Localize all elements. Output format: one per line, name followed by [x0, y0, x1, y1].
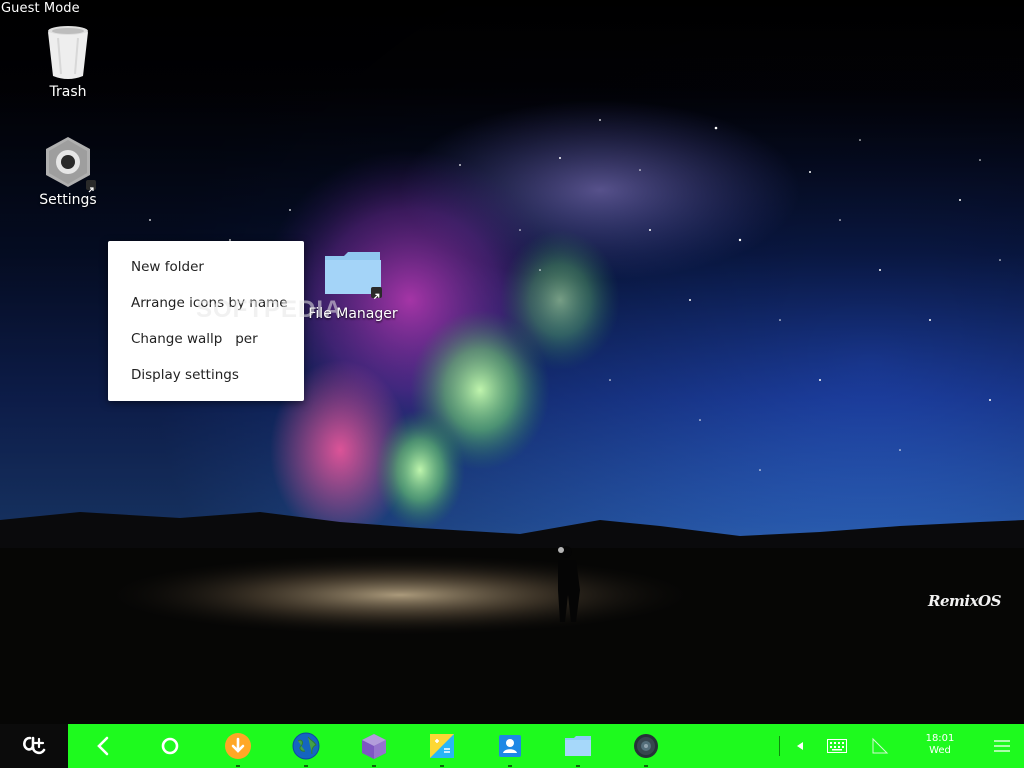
taskbar-app-contacts[interactable] — [493, 724, 527, 768]
download-icon — [225, 733, 251, 759]
desktop-context-menu: New folder Arrange icons by name Change … — [108, 241, 304, 401]
browser-globe-icon — [292, 732, 320, 760]
menu-lines-icon — [994, 740, 1010, 752]
taskbar-app-cube[interactable] — [357, 724, 391, 768]
taskbar-app-files[interactable] — [561, 724, 595, 768]
trash-icon — [48, 26, 88, 79]
contacts-app-icon — [499, 735, 521, 757]
cube-app-icon — [362, 734, 386, 759]
home-icon — [161, 737, 179, 755]
guest-mode-label: Guest Mode — [1, 1, 80, 16]
taskbar-app-browser[interactable] — [289, 724, 323, 768]
keyboard-icon — [827, 739, 847, 753]
remixos-logo: RemixOS — [928, 592, 1001, 610]
shortcut-arrow-icon — [371, 287, 382, 300]
taskbar-app-notes[interactable] — [425, 724, 459, 768]
tray-signal[interactable] — [870, 724, 890, 768]
desktop-icon-settings[interactable]: Settings — [13, 134, 123, 208]
shortcut-arrow-icon — [86, 180, 96, 193]
back-icon — [97, 736, 109, 756]
notes-app-icon — [430, 734, 454, 758]
taskbar-clock[interactable]: 18:01 Wed — [912, 733, 968, 757]
signal-icon — [872, 737, 889, 754]
remix-logo-icon — [23, 736, 46, 755]
music-player-icon — [634, 734, 658, 758]
collapse-arrow-icon — [797, 742, 803, 750]
tray-collapse-button[interactable] — [792, 724, 808, 768]
taskbar-app-music[interactable] — [629, 724, 663, 768]
back-button[interactable] — [86, 724, 120, 768]
desktop-icon-file-manager[interactable]: File Manager — [298, 250, 408, 322]
desktop-icon-label: File Manager — [308, 306, 398, 322]
clock-time: 18:01 — [925, 733, 955, 744]
home-button[interactable] — [153, 724, 187, 768]
notification-center-button[interactable] — [990, 724, 1014, 768]
taskbar: 18:01 Wed — [0, 724, 1024, 768]
desktop-icon-trash[interactable]: Trash — [13, 24, 123, 100]
desktop-icon-label: Settings — [39, 192, 97, 208]
clock-day: Wed — [929, 745, 951, 756]
menu-item-arrange-icons[interactable]: Arrange icons by name — [108, 285, 304, 321]
tray-divider — [779, 736, 780, 756]
menu-item-change-wallpaper[interactable]: Change wallp per — [108, 321, 304, 357]
desktop-icon-label: Trash — [49, 84, 87, 100]
menu-item-new-folder[interactable]: New folder — [108, 249, 304, 285]
taskbar-app-downloads[interactable] — [221, 724, 255, 768]
start-menu-button[interactable] — [0, 724, 68, 768]
tray-keyboard[interactable] — [826, 724, 848, 768]
folder-app-icon — [565, 736, 591, 756]
menu-item-display-settings[interactable]: Display settings — [108, 357, 304, 393]
